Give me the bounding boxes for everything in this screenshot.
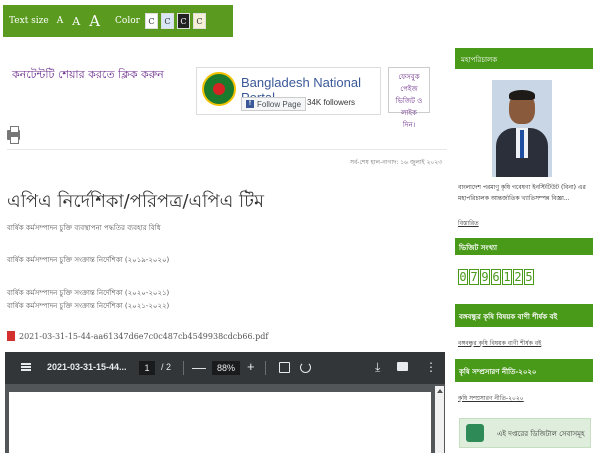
text-size-label: Text size <box>9 16 49 26</box>
digital-services-banner[interactable]: এই দপ্তরের ডিজিটাল সেবাসমূহ <box>459 418 591 448</box>
download-icon[interactable]: ⤓ <box>375 360 380 375</box>
print-icon[interactable] <box>397 362 408 371</box>
visit-count-heading: ভিজিট সংখ্যা <box>455 238 593 255</box>
color-label: Color <box>115 16 140 26</box>
zoom-level-input[interactable]: 88% <box>212 361 240 375</box>
portal-card: Bangladesh National Portal f Follow Page… <box>196 67 381 115</box>
color-swatch-white[interactable]: C <box>144 13 158 29</box>
extension-policy-link[interactable]: কৃষি সম্প্রসারণ নীতি-২০২০ <box>458 393 524 404</box>
document-line: বার্ষিক কর্মসম্পাদন চুক্তি সংক্রান্ত নির… <box>7 302 170 310</box>
color-swatch-blue[interactable]: C <box>160 13 174 29</box>
fb-box-line: ফেসবুক পেইজ <box>398 73 420 93</box>
rotate-icon[interactable] <box>300 362 311 373</box>
last-updated: সর্ব-শেষ হাল-নাগাদ: ১৬ জুলাই ২০২৩ <box>350 159 443 166</box>
document-line: বার্ষিক কর্মসম্পাদন চুক্তি সংক্রান্ত নির… <box>7 256 170 264</box>
counter-digit: 2 <box>513 269 523 285</box>
sidebar: মহাপরিচালক বাংলাদেশ পরমাণু কৃষি গবেষণা ই… <box>455 48 593 453</box>
counter-digit: 1 <box>502 269 512 285</box>
divider <box>7 149 447 150</box>
print-icon[interactable] <box>7 126 20 144</box>
follow-page-label: Follow Page <box>257 99 302 109</box>
pdf-file-icon <box>7 331 15 341</box>
pdf-viewer: 2021-03-31-15-44... 1 / 2 — 88% + ⤓ ⋮ <box>5 352 445 453</box>
color-swatch-black[interactable]: C <box>176 13 190 29</box>
director-general-description: বাংলাদেশ পরমাণু কৃষি গবেষণা ইনস্টিটিউট (… <box>458 184 586 202</box>
visit-counter: 0 7 9 6 1 2 5 <box>458 269 535 285</box>
zoom-out-button[interactable]: — <box>192 359 206 375</box>
menu-icon[interactable] <box>21 363 31 371</box>
counter-digit: 9 <box>480 269 490 285</box>
counter-digit: 5 <box>524 269 534 285</box>
details-link[interactable]: বিস্তারিত <box>458 218 479 229</box>
zoom-in-button[interactable]: + <box>247 359 255 374</box>
digital-services-label: এই দপ্তরের ডিজিটাল সেবাসমূহ <box>497 430 585 438</box>
director-general-heading: মহাপরিচালক <box>455 48 593 69</box>
text-size-medium-button[interactable]: A <box>72 15 80 28</box>
divider <box>265 361 266 375</box>
bangabandhu-book-link[interactable]: বঙ্গবন্ধুর কৃষি বিষয়ক বাণী শীর্ষক বই <box>458 338 541 349</box>
pdf-page <box>9 392 431 453</box>
document-line: বার্ষিক কর্মসম্পাদন চুক্তি সংক্রান্ত নির… <box>7 289 170 297</box>
divider <box>183 361 184 375</box>
facebook-icon: f <box>246 100 254 108</box>
fb-box-line: দিন। <box>402 121 416 129</box>
scrollbar[interactable] <box>435 386 444 453</box>
page-number-input[interactable]: 1 <box>139 361 155 375</box>
page-title: এপিএ নির্দেশিকা/পরিপত্র/এপিএ টিম <box>7 191 264 212</box>
page-total: / 2 <box>161 362 172 372</box>
fb-box-line: ভিজিট ও লাইক <box>395 97 423 117</box>
share-link[interactable]: কনটেন্টটি শেয়ার করতে ক্লিক করুন <box>12 66 164 85</box>
photo-tie <box>520 130 524 158</box>
text-size-small-button[interactable]: A <box>57 16 64 26</box>
facebook-page-visit-link[interactable]: ফেসবুক পেইজ ভিজিট ও লাইক দিন। <box>388 67 430 129</box>
fit-to-page-icon[interactable] <box>279 362 290 373</box>
pdf-toolbar: 2021-03-31-15-44... 1 / 2 — 88% + ⤓ ⋮ <box>5 352 445 384</box>
digital-services-icon <box>466 424 484 442</box>
accessibility-toolbar: Text size A A A Color C C C C <box>3 5 233 37</box>
follow-page-button[interactable]: f Follow Page <box>241 97 307 111</box>
text-size-large-button[interactable]: A <box>89 12 100 30</box>
pdf-filename: 2021-03-31-15-44... <box>47 362 127 372</box>
counter-digit: 6 <box>491 269 501 285</box>
bangabandhu-book-heading: বঙ্গবন্ধুর কৃষি বিষয়ক বাণী শীর্ষক বই <box>455 304 593 327</box>
color-swatch-cream[interactable]: C <box>192 13 206 29</box>
director-general-photo <box>492 80 552 177</box>
more-options-icon[interactable]: ⋮ <box>425 360 437 374</box>
photo-hair <box>509 90 535 100</box>
document-line: বার্ষিক কর্মসম্পাদন চুক্তি ব্যবস্থাপনা প… <box>7 224 161 232</box>
government-logo-icon <box>202 72 236 106</box>
counter-digit: 7 <box>469 269 479 285</box>
extension-policy-heading: কৃষি সম্প্রসারণ নীতি-২০২০ <box>455 359 593 382</box>
counter-digit: 0 <box>458 269 468 285</box>
followers-count: 34K followers <box>307 98 356 107</box>
attachment-link[interactable]: 2021-03-31-15-44-aa61347d6e7c0c487cb4549… <box>19 332 268 341</box>
